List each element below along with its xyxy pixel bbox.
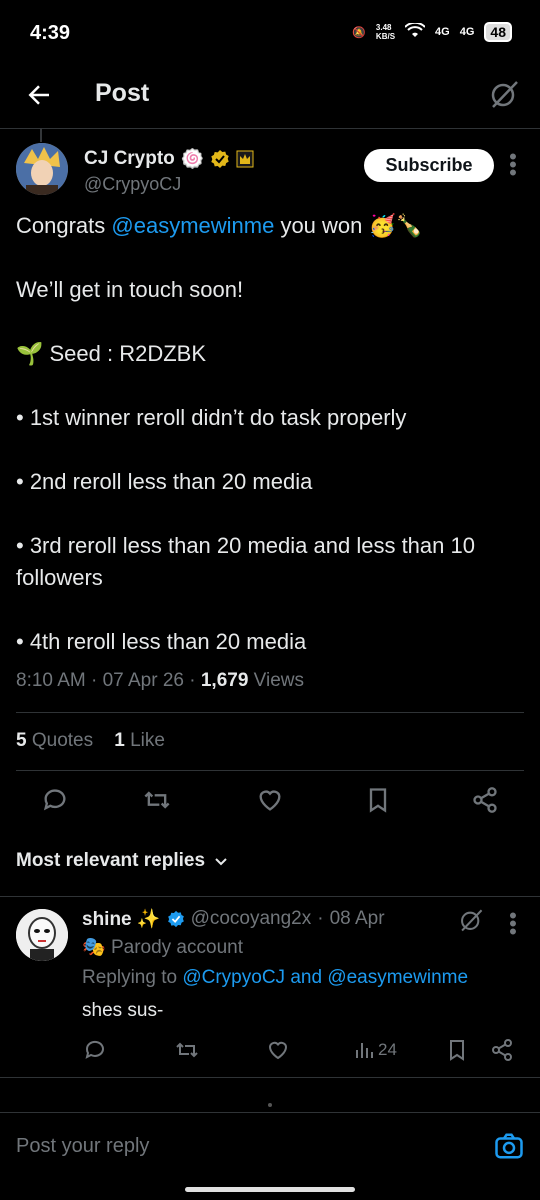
post-date[interactable]: 07 Apr 26 — [103, 670, 184, 691]
reply-avatar[interactable] — [16, 909, 68, 961]
mute-icon: 🔕 — [352, 26, 366, 39]
verified-gold-icon — [211, 150, 230, 168]
quotes-label: Quotes — [31, 730, 94, 751]
clock: 4:39 — [30, 22, 71, 44]
replying-user1[interactable]: @CrypyoCJ — [182, 967, 285, 988]
back-arrow-icon[interactable] — [24, 80, 54, 110]
post-meta: 8:10 AM · 07 Apr 26 · 1,679 Views — [16, 670, 305, 691]
author-name[interactable]: CJ Crypto 🍥 — [84, 147, 254, 171]
verified-blue-icon — [167, 910, 184, 928]
parody-label: 🎭 Parody account — [82, 935, 243, 959]
home-indicator[interactable] — [185, 1187, 355, 1192]
author-handle[interactable]: @CrypyoCJ — [84, 174, 181, 195]
post-text-line1-end: you won 🥳🍾 — [274, 213, 424, 238]
likes-label: Like — [130, 730, 165, 751]
replies-divider — [0, 896, 540, 897]
network-speed: 3.48 KB/S — [375, 23, 396, 41]
like-icon[interactable] — [256, 786, 284, 814]
reply-reply-icon[interactable] — [83, 1038, 107, 1062]
repost-icon[interactable] — [143, 786, 171, 814]
reply-more-icon[interactable]: • • • — [505, 905, 521, 943]
reply-author[interactable]: shine ✨ @cocoyang2x · 08 Apr — [82, 907, 385, 931]
chevron-down-icon — [215, 858, 227, 866]
post-text-line6: • 3rd reroll less than 20 media and less… — [16, 533, 475, 590]
reply-repost-icon[interactable] — [175, 1038, 199, 1062]
author-avatar[interactable] — [16, 143, 68, 195]
reply-bookmark-icon[interactable] — [445, 1038, 469, 1062]
replying-to: Replying to @CrypyoCJ and @easymewinme — [82, 967, 468, 989]
views-chart-icon — [356, 1043, 373, 1058]
replying-user2[interactable]: @easymewinme — [327, 967, 468, 988]
reply-grok-icon[interactable] — [458, 907, 484, 933]
post-text-line5: • 2nd reroll less than 20 media — [16, 469, 313, 494]
page-title: Post — [95, 79, 150, 107]
camera-icon[interactable] — [494, 1131, 524, 1161]
replies-sort-label: Most relevant replies — [16, 850, 206, 871]
quotes-stat[interactable]: 5 Quotes — [16, 730, 93, 751]
replying-and: and — [285, 967, 328, 988]
affiliate-badge-icon[interactable] — [236, 150, 254, 168]
battery-indicator: 48 — [484, 22, 512, 42]
reply-date[interactable]: 08 Apr — [330, 908, 385, 930]
replying-prefix: Replying to — [82, 967, 183, 988]
share-icon[interactable] — [471, 786, 499, 814]
parody-text: Parody account — [110, 937, 243, 958]
views-count: 1,679 — [200, 670, 249, 691]
meta-divider — [16, 712, 524, 713]
parody-mask-icon: 🎭 — [82, 937, 106, 958]
reply-views-count: 24 — [378, 1040, 397, 1059]
post-stats: 5 Quotes 1 Like — [16, 730, 165, 752]
views-label: Views — [253, 670, 305, 691]
post-text-line2: We’ll get in touch soon! — [16, 277, 244, 302]
post-time[interactable]: 8:10 AM — [16, 670, 86, 691]
post-text-line3: 🌱 Seed : R2DZBK — [16, 341, 207, 366]
likes-count: 1 — [114, 730, 125, 751]
grok-icon[interactable] — [488, 78, 520, 110]
author-name-text[interactable]: CJ Crypto — [84, 148, 175, 170]
reply-action-bar: 24 — [0, 1038, 540, 1066]
signal-1: 4G — [435, 26, 450, 38]
lollipop-emoji-icon: 🍥 — [180, 149, 205, 170]
reply-text: shes sus- — [82, 1000, 164, 1021]
post-more-icon[interactable]: • • • — [505, 146, 521, 184]
status-bar: 4:39 🔕 3.48 KB/S 4G 4G 48 — [0, 0, 540, 66]
stats-divider — [16, 770, 524, 771]
replies-sort-dropdown[interactable]: Most relevant replies — [16, 850, 229, 872]
subscribe-button[interactable]: Subscribe — [364, 149, 494, 182]
status-icons: 🔕 3.48 KB/S 4G 4G 48 — [352, 21, 512, 42]
post-text-line7: • 4th reroll less than 20 media — [16, 629, 307, 654]
header-divider — [0, 128, 540, 129]
scroll-dot — [268, 1103, 272, 1107]
mention-link[interactable]: @easymewinme — [111, 213, 274, 238]
top-bar: Post — [0, 66, 540, 128]
reply-share-icon[interactable] — [490, 1038, 514, 1062]
signal-2: 4G — [459, 26, 475, 38]
thread-line — [40, 128, 42, 142]
post-text-line4: • 1st winner reroll didn’t do task prope… — [16, 405, 407, 430]
quotes-count: 5 — [16, 730, 27, 751]
reply-views[interactable]: 24 — [354, 1040, 397, 1060]
reply-divider — [0, 1077, 540, 1078]
reply-input[interactable]: Post your reply — [16, 1135, 149, 1158]
reply-icon[interactable] — [41, 786, 69, 814]
post-body: Congrats @easymewinme you won 🥳🍾 We’ll g… — [16, 210, 526, 658]
wifi-icon — [404, 21, 426, 42]
bookmark-icon[interactable] — [364, 786, 392, 814]
post-action-bar — [0, 786, 540, 818]
post-text-line1: Congrats — [16, 213, 112, 238]
reply-author-name[interactable]: shine ✨ — [82, 907, 161, 931]
likes-stat[interactable]: 1 Like — [114, 730, 165, 751]
reply-like-icon[interactable] — [266, 1038, 290, 1062]
reply-author-handle[interactable]: @cocoyang2x — [191, 908, 312, 930]
reply-composer: Post your reply — [0, 1112, 540, 1188]
